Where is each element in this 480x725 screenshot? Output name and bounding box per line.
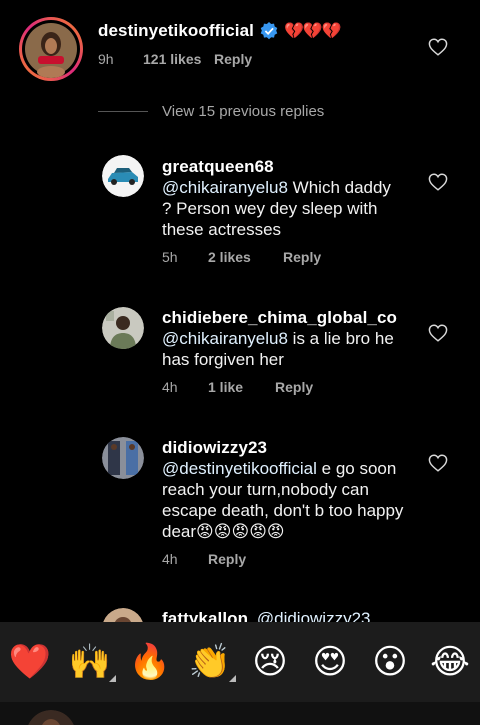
parent-meta: 9h 121 likes Reply [98,51,252,67]
parent-likes[interactable]: 121 likes [143,51,206,67]
fire-emoji-button[interactable]: 🔥 [128,640,172,684]
emoji-quick-reaction-bar: ❤️ 🙌 🔥 👏 😢 😍 😮 😂 [0,622,480,702]
reply-comment: fattykallon @didiowizzy23 [0,600,480,622]
comment-header: fattykallon @didiowizzy23 [162,609,371,622]
comment-likes[interactable]: 2 likes [208,249,274,265]
heart-outline-icon[interactable] [428,38,448,56]
reply-comment: chidiebere_chima_global_co @chikairanyel… [0,300,480,410]
comment-username[interactable]: didiowizzy23 [162,438,267,458]
divider-line [98,111,148,112]
comment-meta: 4h Reply [162,551,246,567]
mention-link[interactable]: @chikairanyelu8 [162,178,288,197]
parent-avatar[interactable] [18,16,84,82]
reply-comment: didiowizzy23 @destinyetikoofficial e go … [0,430,480,580]
skin-tone-indicator-icon [109,675,116,682]
comment-meta: 5h 2 likes Reply [162,249,321,265]
crying-face-emoji-button[interactable]: 😢 [248,640,292,684]
avatar[interactable] [102,307,144,349]
comment-text: @chikairanyelu8 Which daddy ? Person wey… [162,177,402,240]
reply-comment: greatqueen68 @chikairanyelu8 Which daddy… [0,150,480,280]
parent-username-row: destinyetikoofficial 💔💔💔 [98,21,342,41]
view-previous-replies-label: View 15 previous replies [162,103,325,120]
clapping-hands-emoji: 👏 [188,642,232,682]
comment-time: 4h [162,379,178,395]
mention-link[interactable]: @didiowizzy23 [257,609,371,622]
reply-button[interactable]: Reply [283,249,321,265]
avatar[interactable] [102,437,144,479]
reply-button[interactable]: Reply [275,379,313,395]
surprised-face-emoji-button[interactable]: 😮 [368,640,412,684]
comment-username[interactable]: greatqueen68 [162,157,274,177]
heart-outline-icon[interactable] [428,173,448,191]
red-heart-emoji-button[interactable]: ❤️ [8,640,52,684]
verified-badge-icon [260,22,278,40]
comment-likes[interactable]: 1 like [208,379,266,395]
avatar[interactable] [102,155,144,197]
comment-meta: 4h 1 like Reply [162,379,313,395]
broken-heart-emojis: 💔💔💔 [283,23,342,40]
raising-hands-emoji: 🙌 [68,642,112,682]
view-previous-replies[interactable]: View 15 previous replies [98,103,324,120]
comment-composer-bar [0,702,480,725]
comment-text: @chikairanyelu8 is a lie bro he has forg… [162,328,407,370]
comment-username[interactable]: chidiebere_chima_global_co [162,308,397,328]
mention-link[interactable]: @chikairanyelu8 [162,329,288,348]
comment-time: 4h [162,551,178,567]
heart-eyes-emoji-button[interactable]: 😍 [308,640,352,684]
comment-time: 5h [162,249,178,265]
parent-reply-button[interactable]: Reply [214,51,252,67]
clapping-hands-emoji-button[interactable]: 👏 [188,640,236,684]
heart-outline-icon[interactable] [428,454,448,472]
parent-comment: destinyetikoofficial 💔💔💔 9h 121 likes Re… [0,0,480,100]
comment-text: @destinyetikoofficial e go soon reach yo… [162,458,407,542]
parent-username[interactable]: destinyetikoofficial [98,21,254,41]
tears-of-joy-emoji-button[interactable]: 😂 [428,640,472,684]
current-user-avatar[interactable] [26,710,76,725]
parent-time: 9h [98,51,114,67]
heart-outline-icon[interactable] [428,324,448,342]
reply-button[interactable]: Reply [208,551,246,567]
mention-link[interactable]: @destinyetikoofficial [162,459,317,478]
raising-hands-emoji-button[interactable]: 🙌 [68,640,116,684]
skin-tone-indicator-icon [229,675,236,682]
comment-username[interactable]: fattykallon [162,609,248,622]
avatar[interactable] [102,608,144,622]
